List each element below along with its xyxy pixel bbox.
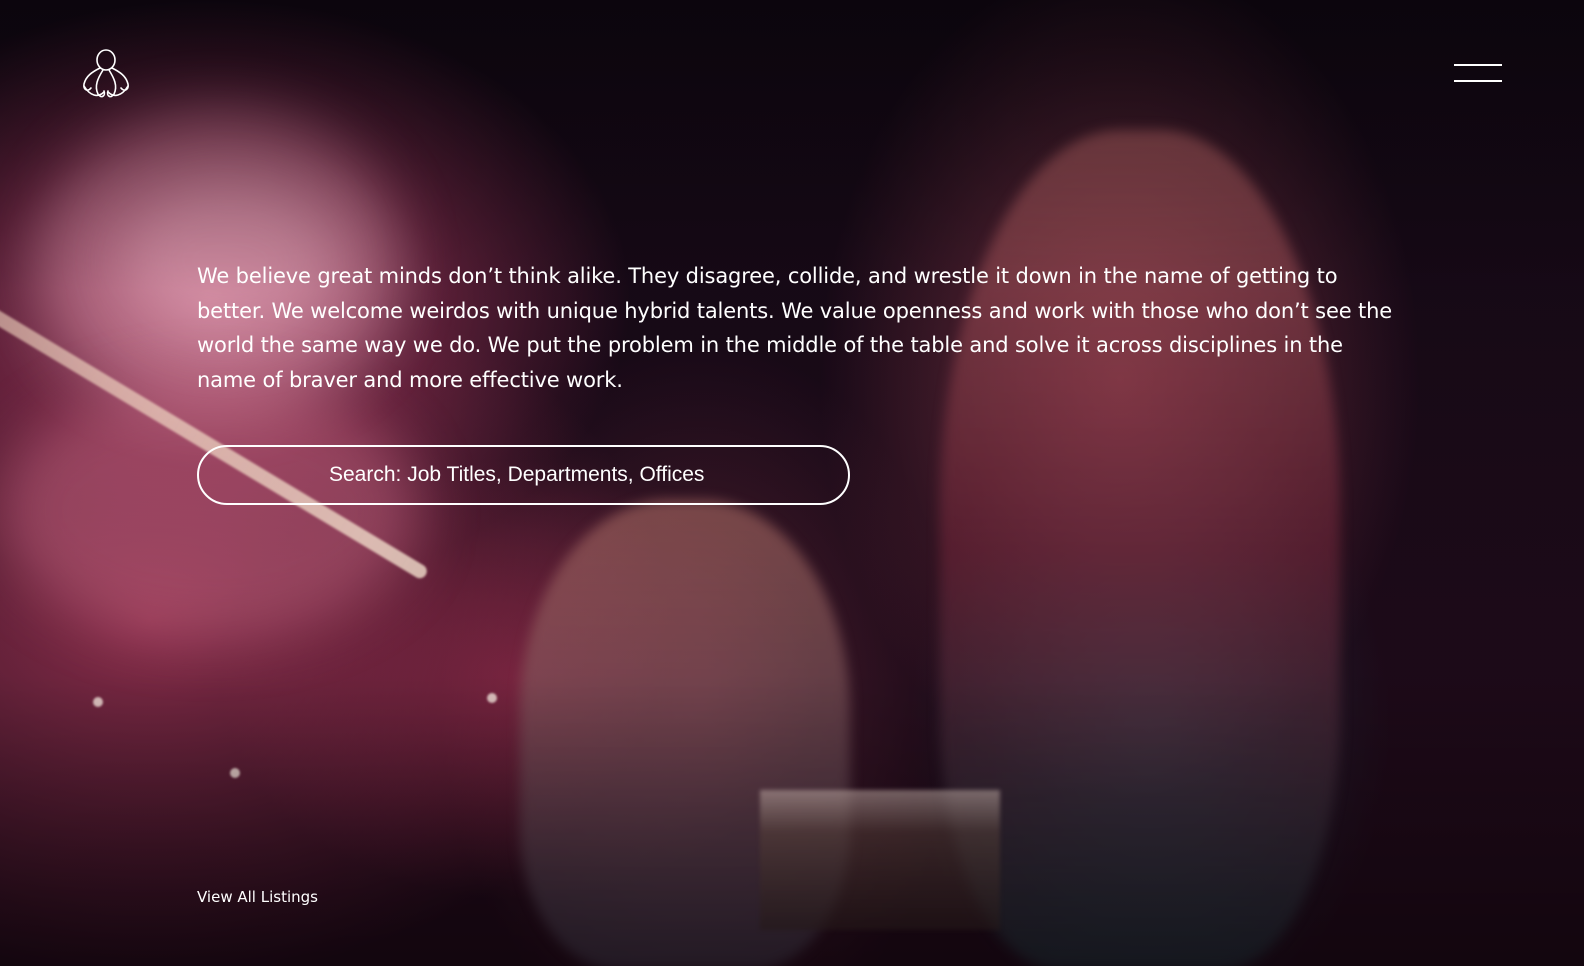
intro-text: We believe great minds don’t think alike… — [197, 264, 1393, 392]
hamburger-menu-icon[interactable] — [1452, 60, 1504, 88]
menu-line — [1454, 80, 1502, 82]
hero-section: We believe great minds don’t think alike… — [0, 0, 1584, 966]
view-all-listings-link[interactable]: View All Listings — [197, 888, 318, 906]
search-input[interactable] — [197, 445, 850, 505]
menu-line — [1454, 64, 1502, 66]
octopus-logo-icon[interactable] — [78, 46, 134, 102]
